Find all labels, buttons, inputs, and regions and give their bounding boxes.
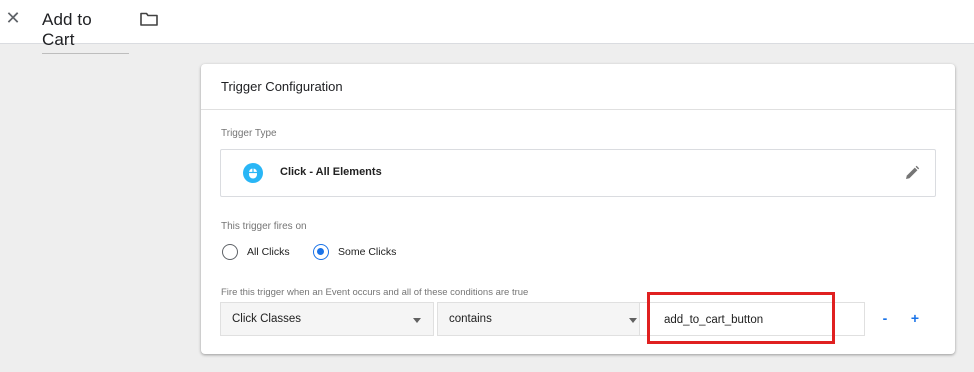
add-condition-button[interactable]: +	[908, 310, 922, 326]
radio-label-all-clicks: All Clicks	[247, 246, 290, 258]
folder-icon[interactable]	[140, 12, 158, 26]
radio-circle-unchecked[interactable]	[222, 244, 238, 260]
trigger-configuration-card: Trigger Configuration Trigger Type Click…	[201, 64, 955, 354]
remove-condition-button[interactable]: -	[878, 310, 892, 326]
card-title: Trigger Configuration	[221, 79, 343, 94]
operator-select[interactable]: contains	[437, 302, 650, 336]
card-header: Trigger Configuration	[201, 64, 955, 110]
variable-select[interactable]: Click Classes	[220, 302, 434, 336]
radio-all-clicks[interactable]: All Clicks	[222, 244, 290, 260]
radio-circle-checked[interactable]	[313, 244, 329, 260]
operator-select-value: contains	[449, 313, 492, 325]
trigger-type-selector[interactable]: Click - All Elements	[220, 149, 936, 197]
trigger-type-value: Click - All Elements	[280, 166, 382, 178]
radio-label-some-clicks: Some Clicks	[338, 246, 397, 258]
trigger-type-label: Trigger Type	[221, 128, 277, 139]
edit-pencil-icon[interactable]	[903, 164, 921, 182]
radio-some-clicks[interactable]: Some Clicks	[313, 244, 396, 260]
chevron-down-icon	[629, 318, 637, 323]
conditions-label: Fire this trigger when an Event occurs a…	[221, 287, 529, 298]
top-bar: ✕ Add to Cart	[0, 0, 974, 54]
close-icon[interactable]: ✕	[4, 9, 22, 27]
fires-on-label: This trigger fires on	[221, 221, 307, 232]
condition-value-input[interactable]	[639, 302, 865, 336]
variable-select-value: Click Classes	[232, 313, 302, 325]
chevron-down-icon	[413, 318, 421, 323]
click-trigger-icon	[243, 163, 263, 183]
page-title[interactable]: Add to Cart	[42, 10, 129, 54]
